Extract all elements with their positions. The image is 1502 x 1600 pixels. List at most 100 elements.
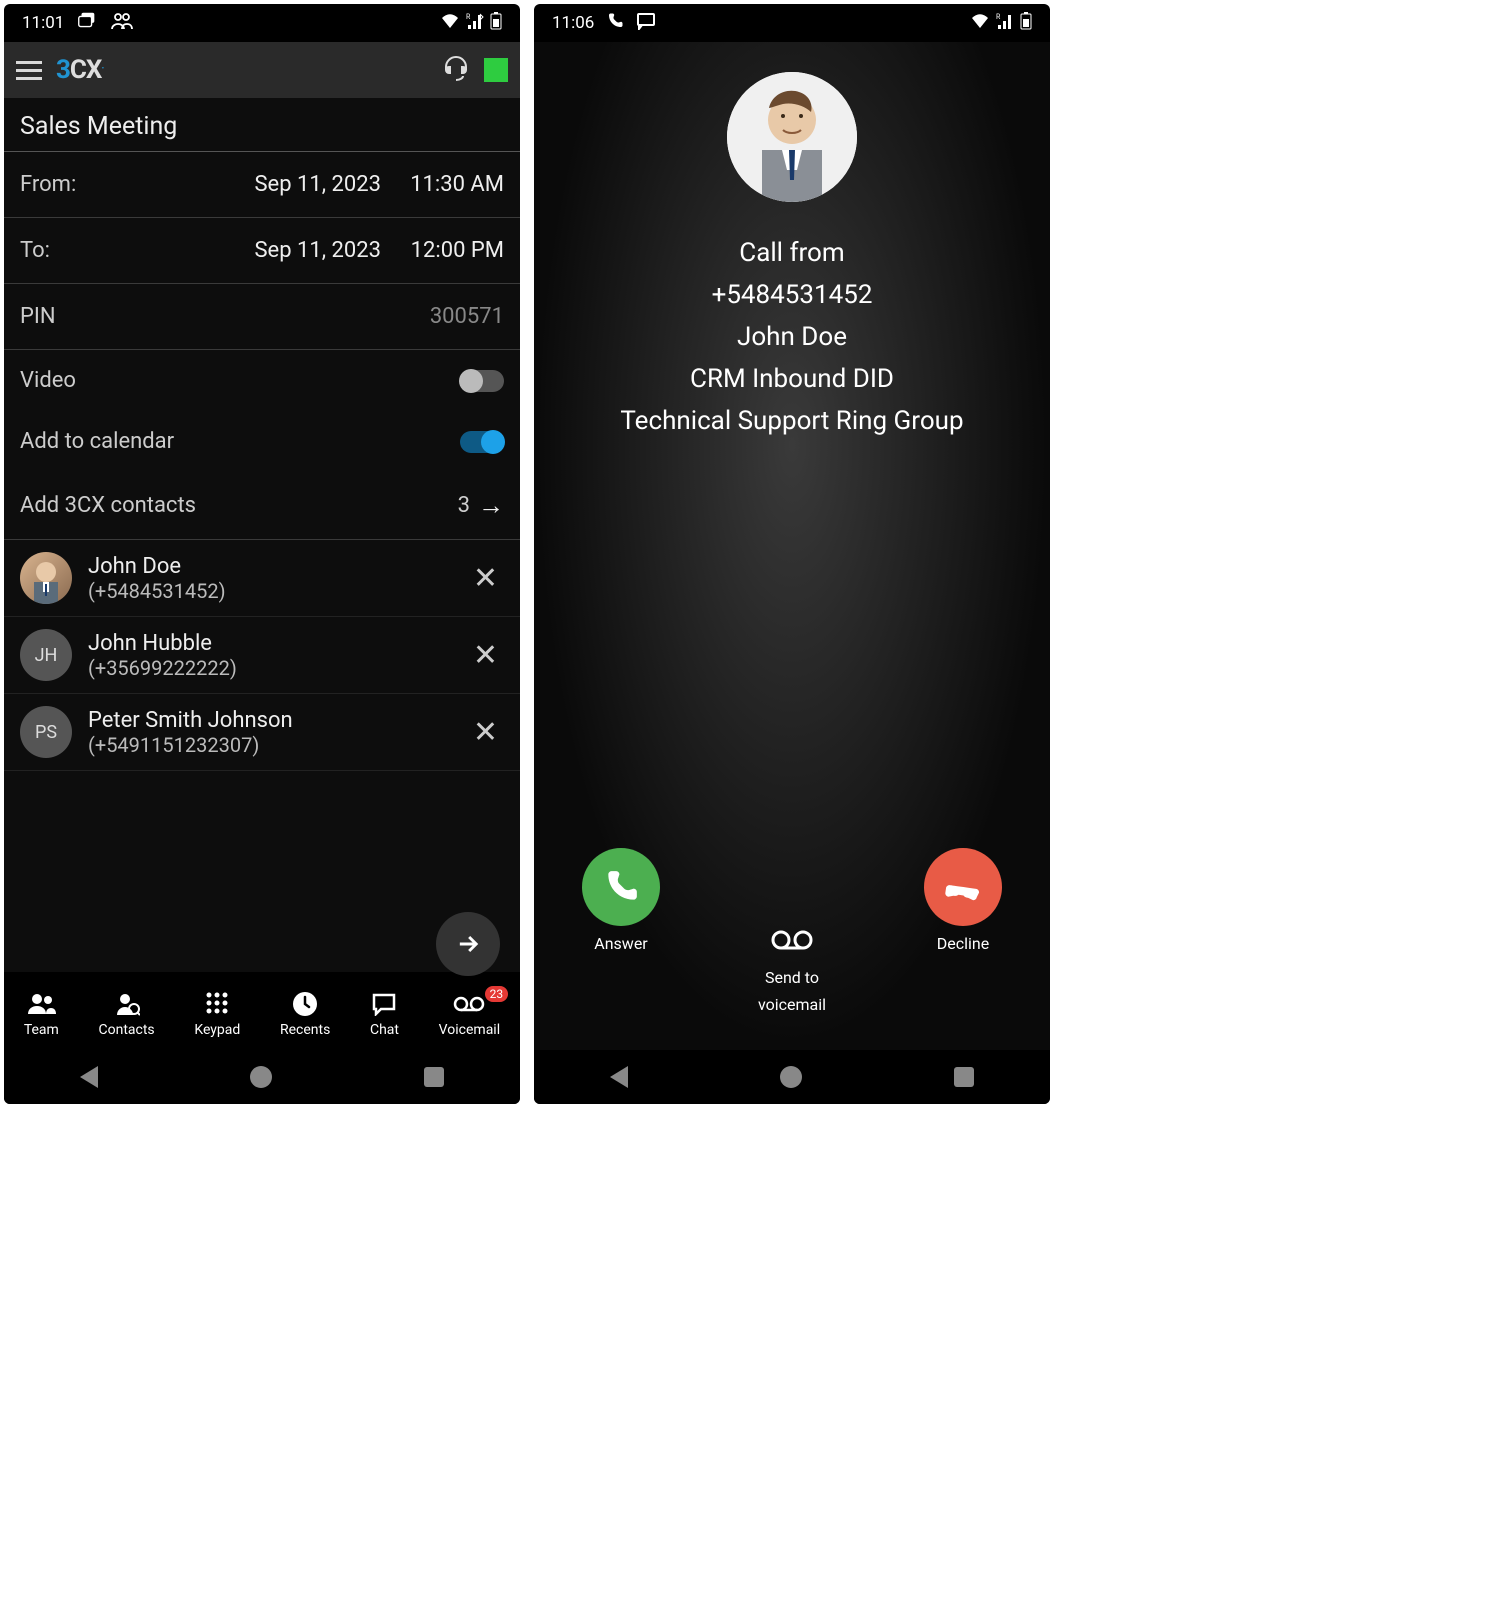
call-actions: Answer Send to voicemail Decline [534,848,1050,1014]
from-label: From: [20,172,76,197]
presence-indicator[interactable] [484,58,508,82]
nav-contacts[interactable]: Contacts [99,990,155,1038]
voicemail-icon [770,920,814,960]
chat-icon [371,990,397,1018]
nav-voicemail[interactable]: Voicemail 23 [439,990,500,1038]
app-logo: 3CX. [56,55,103,85]
remove-contact-button[interactable]: ✕ [467,638,504,673]
voicemail-icon [453,990,485,1018]
app-topbar: 3CX. [4,42,520,98]
from-row[interactable]: From: Sep 11, 2023 11:30 AM [4,152,520,218]
avatar: PS [20,706,72,758]
back-button[interactable] [80,1066,98,1088]
nav-team[interactable]: Team [24,990,59,1038]
vm-label-2: voicemail [758,995,826,1014]
add-contacts-label: Add 3CX contacts [20,493,196,518]
chat-notif-icon [76,10,98,37]
avatar: JH [20,629,72,681]
system-nav-bar [4,1050,520,1104]
to-time: 12:00 PM [399,238,504,263]
voicemail-action[interactable]: Send to voicemail [758,920,826,1014]
submit-fab[interactable] [436,912,500,976]
people-notif-icon [110,11,134,36]
chat-notif-icon [636,12,656,35]
incoming-call-screen: Call from +5484531452 John Doe CRM Inbou… [534,42,1050,1050]
clock: 11:01 [22,13,64,33]
bottom-nav: Team Contacts Keypad Recents Chat Voicem… [4,972,520,1050]
did-info-2: Technical Support Ring Group [620,406,963,436]
calendar-toggle[interactable] [460,431,504,453]
headset-icon[interactable] [442,54,470,86]
contacts-count: 3 [458,493,470,518]
keypad-icon [205,990,229,1018]
battery-icon [490,12,502,35]
contact-name: John Doe [88,554,451,579]
to-label: To: [20,238,50,263]
remove-contact-button[interactable]: ✕ [467,561,504,596]
video-toggle-row: Video [4,350,520,411]
nav-keypad[interactable]: Keypad [194,990,240,1038]
to-date: Sep 11, 2023 [254,238,381,263]
decline-button[interactable] [924,848,1002,926]
answer-label: Answer [594,934,647,953]
home-button[interactable] [250,1066,272,1088]
contact-name: John Hubble [88,631,451,656]
svg-text:R: R [466,13,471,21]
recents-icon [292,990,318,1018]
video-label: Video [20,368,76,393]
contact-number: (+5484531452) [88,579,451,603]
pin-row: PIN 300571 [4,284,520,350]
back-button[interactable] [610,1066,628,1088]
caller-name: John Doe [737,322,847,352]
chevron-right-icon: → [478,490,504,521]
home-button[interactable] [780,1066,802,1088]
answer-button[interactable] [582,848,660,926]
signal-icon: R [466,13,484,33]
calendar-label: Add to calendar [20,429,174,454]
contact-number: (+35699222222) [88,656,451,680]
signal-icon: R [996,13,1014,33]
pin-value: 300571 [430,304,504,329]
pin-label: PIN [20,304,56,329]
svg-text:R: R [996,13,1001,21]
did-info-1: CRM Inbound DID [690,364,894,394]
remove-contact-button[interactable]: ✕ [467,715,504,750]
contact-row: John Doe (+5484531452) ✕ [4,540,520,617]
vm-label-1: Send to [765,968,819,987]
phone-meeting-screen: 11:01 R 3CX. Sales Meeting From: Sep 11, [4,4,520,1104]
call-from-label: Call from [739,238,844,268]
battery-icon [1020,12,1032,35]
phone-notif-icon [606,12,624,35]
clock: 11:06 [552,13,594,33]
voicemail-badge: 23 [485,986,509,1002]
contact-name: Peter Smith Johnson [88,708,451,733]
avatar [20,552,72,604]
menu-button[interactable] [16,61,42,80]
add-contacts-row[interactable]: Add 3CX contacts 3 → [4,472,520,540]
meeting-title-field[interactable]: Sales Meeting [4,98,520,152]
to-row[interactable]: To: Sep 11, 2023 12:00 PM [4,218,520,284]
contact-row: PS Peter Smith Johnson (+5491151232307) … [4,694,520,771]
overview-button[interactable] [424,1067,444,1087]
meeting-form: Sales Meeting From: Sep 11, 2023 11:30 A… [4,98,520,972]
wifi-icon [440,13,460,34]
status-bar: 11:01 R [4,4,520,42]
answer-action: Answer [582,848,660,953]
from-time: 11:30 AM [399,172,504,197]
contacts-icon [114,990,140,1018]
decline-label: Decline [937,934,989,953]
status-bar: 11:06 R [534,4,1050,42]
caller-number: +5484531452 [712,280,873,310]
nav-chat[interactable]: Chat [370,990,399,1038]
contact-number: (+5491151232307) [88,733,451,757]
wifi-icon [970,13,990,34]
from-date: Sep 11, 2023 [254,172,381,197]
contact-row: JH John Hubble (+35699222222) ✕ [4,617,520,694]
video-toggle[interactable] [460,370,504,392]
nav-recents[interactable]: Recents [280,990,330,1038]
system-nav-bar [534,1050,1050,1104]
overview-button[interactable] [954,1067,974,1087]
calendar-toggle-row: Add to calendar [4,411,520,472]
decline-action: Decline [924,848,1002,953]
phone-incoming-call: 11:06 R Call from +5484531452 John Doe C… [534,4,1050,1104]
